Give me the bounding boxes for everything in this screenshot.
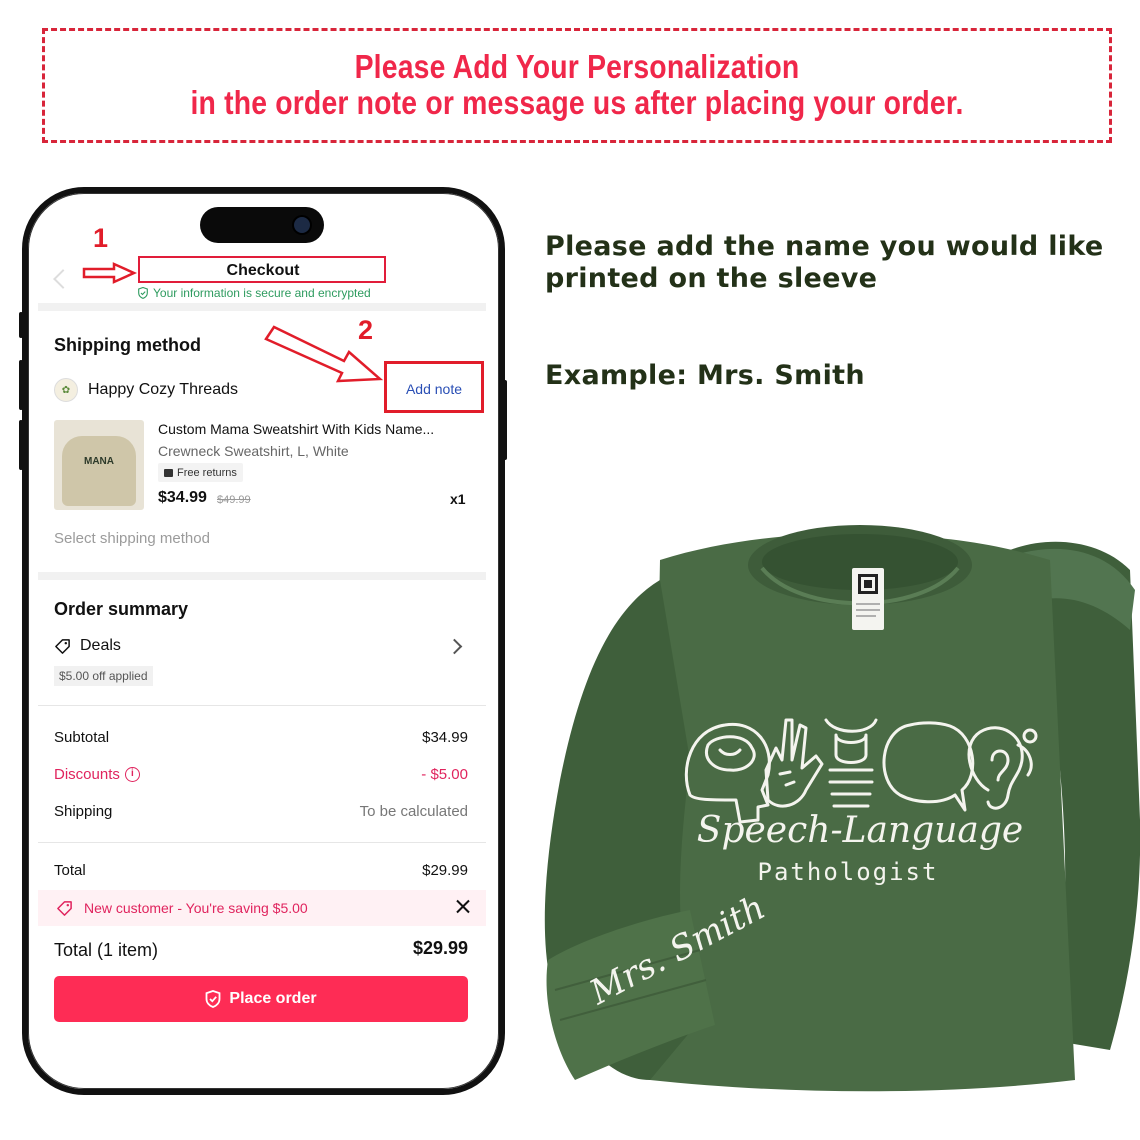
subtotal-value: $34.99 [422, 729, 468, 746]
sweatshirt-body [544, 525, 1140, 1092]
close-icon[interactable] [455, 898, 471, 914]
total-label: Total [54, 862, 86, 879]
product-name[interactable]: Custom Mama Sweatshirt With Kids Name... [158, 421, 434, 437]
camera-icon [294, 217, 310, 233]
deal-applied-badge: $5.00 off applied [54, 666, 153, 686]
total-row: Total $29.99 [54, 862, 468, 879]
secure-notice: Your information is secure and encrypted [138, 286, 371, 300]
tag-icon [55, 638, 70, 654]
banner-line-1: Please Add Your Personalization [354, 48, 800, 85]
total-value: $29.99 [422, 862, 468, 879]
free-returns-label: Free returns [177, 466, 237, 479]
add-note-button[interactable]: Add note [384, 381, 484, 397]
free-returns-badge: Free returns [158, 463, 243, 482]
shipping-label: Shipping [54, 803, 113, 820]
shield-check-icon [138, 287, 148, 299]
store-name: Happy Cozy Threads [88, 381, 238, 398]
grand-total-label: Total (1 item) [54, 940, 159, 960]
grand-total-value: $29.99 [412, 938, 468, 958]
phone-side-button [19, 360, 23, 410]
shipping-method-title: Shipping method [54, 335, 201, 355]
store-logo-icon: ✿ [54, 378, 78, 402]
step-number-1: 1 [93, 223, 109, 253]
sweatshirt-image: Speech-Language Pathologist Mrs. Smith [544, 525, 1140, 1092]
discounts-row: Discounts i - $5.00 [54, 766, 468, 783]
place-order-button[interactable]: Place order [54, 976, 468, 1022]
shipping-row: Shipping To be calculated [54, 803, 468, 820]
tag-icon [57, 901, 72, 916]
section-divider [38, 303, 486, 311]
arrow-diagonal-icon [264, 325, 384, 383]
arrow-right-icon [82, 262, 138, 284]
phone-side-button [19, 420, 23, 470]
store-row: ✿ Happy Cozy Threads [54, 378, 238, 402]
product-price: $34.99 [158, 489, 207, 506]
instruction-text: Please add the name you would like print… [545, 231, 1104, 294]
phone-side-button [19, 312, 23, 338]
section-divider [38, 572, 486, 580]
shield-check-icon [206, 990, 221, 1008]
divider [38, 705, 486, 706]
shipping-value: To be calculated [359, 803, 468, 820]
subtotal-row: Subtotal $34.99 [54, 729, 468, 746]
page-title: Checkout [226, 262, 300, 279]
subtotal-label: Subtotal [54, 729, 110, 746]
product-image-text: MANA [84, 456, 114, 467]
place-order-label: Place order [229, 990, 317, 1007]
deals-label: Deals [80, 637, 121, 654]
divider [38, 842, 486, 843]
product-shirt-shape [62, 436, 136, 506]
return-box-icon [164, 468, 173, 477]
product-thumbnail[interactable]: MANA [54, 420, 144, 510]
phone-side-button [503, 380, 507, 460]
product-old-price: $49.99 [217, 494, 251, 506]
promo-text: New customer - You're saving $5.00 [84, 900, 308, 916]
design-title: Speech-Language [697, 810, 1023, 851]
product-variant: Crewneck Sweatshirt, L, White [158, 443, 349, 459]
order-summary-title: Order summary [54, 599, 189, 619]
info-icon[interactable]: i [124, 767, 140, 782]
discounts-label: Discounts [54, 766, 120, 783]
phone-notch [200, 207, 324, 243]
example-text: Example: Mrs. Smith [545, 360, 865, 391]
secure-text: Your information is secure and encrypted [153, 286, 371, 300]
design-subtitle: Pathologist [758, 858, 939, 886]
discounts-value: - $5.00 [421, 766, 468, 783]
deals-row[interactable]: Deals [54, 637, 121, 655]
banner-line-2: in the order note or message us after pl… [190, 84, 964, 121]
product-quantity: x1 [450, 491, 466, 507]
discounts-label-wrap[interactable]: Discounts i [54, 766, 140, 783]
personalization-banner: Please Add Your Personalization in the o… [42, 28, 1112, 143]
select-shipping-method[interactable]: Select shipping method [54, 530, 210, 547]
